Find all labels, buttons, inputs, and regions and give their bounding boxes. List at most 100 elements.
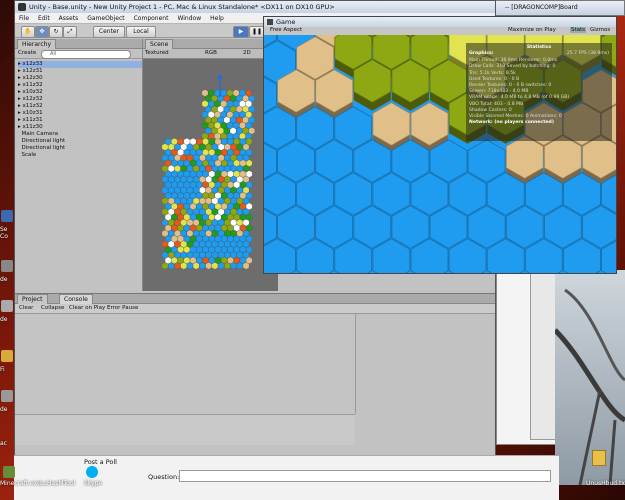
question-input[interactable] [179,470,551,482]
rotate-tool-button[interactable]: ↻ [49,26,63,38]
project-tab-label: Project [22,296,43,303]
error-pause-button[interactable]: Error Pause [107,305,138,311]
tab-hierarchy[interactable]: Hierarchy [17,39,57,49]
hierarchy-item[interactable]: Main Camera [18,131,142,138]
game-titlebar[interactable]: Game [264,17,616,27]
tab-scene[interactable]: Scene [145,39,174,49]
scene-hex-tile [239,235,247,243]
hierarchy-item[interactable]: ▸ x10z31 [18,110,142,117]
scene-hex-tile [239,121,246,129]
menu-window[interactable]: Window [177,15,201,22]
hierarchy-item[interactable]: Directional light [18,138,142,145]
menu-assets[interactable]: Assets [59,15,79,22]
background-window-title: -- [DRAGONCOMP]Board [505,4,578,11]
tab-console[interactable]: Console [59,294,93,304]
menu-file[interactable]: File [19,15,29,22]
hand-tool-button[interactable]: ✋ [21,26,35,38]
scene-header: Scene [143,39,278,49]
scene-hex-tile [221,235,228,243]
clear-on-play-button[interactable]: Clear on Play [69,305,105,311]
hierarchy-item[interactable]: ▸ x12z32 [18,96,142,103]
scene-hex-tile [221,192,228,200]
menu-edit[interactable]: Edit [38,15,50,22]
play-button[interactable]: ▶ [233,26,249,38]
scene-hex-tile [189,138,197,146]
aspect-dropdown[interactable]: Free Aspect [270,27,302,33]
maximize-on-play-toggle[interactable]: Maximize on Play [508,27,556,33]
text-file-icon[interactable] [592,450,606,466]
scene-hex-tile [224,208,231,216]
skype-icon[interactable] [86,466,98,478]
scene-hex-tile [230,219,237,227]
pivot-center-button[interactable]: Center [93,26,125,38]
window-title: Unity - Base.unity - New Unity Project 1… [29,3,335,11]
hierarchy-item[interactable]: ▸ x12z31 [18,68,142,75]
scene-hex-tile [202,170,209,178]
scale-tool-button[interactable]: ⤢ [63,26,77,38]
create-dropdown[interactable]: Create [18,50,36,56]
console-log-list[interactable] [15,314,356,414]
minecraft-icon[interactable] [3,466,15,478]
menu-help[interactable]: Help [210,15,224,22]
scene-hex-tile [196,181,203,189]
scene-hex-tile [174,197,181,205]
scene-hex-tile [177,181,184,189]
hierarchy-item[interactable]: ▸ x11z30 [18,124,142,131]
scene-hex-tile [218,186,225,194]
desktop-app-icon[interactable] [1,300,13,312]
menu-gameobject[interactable]: GameObject [87,15,124,22]
move-gizmo-arrow [217,73,223,79]
scene-hex-tile [248,116,255,124]
desktop-app-icon[interactable] [1,260,13,272]
scene-hex-tile [224,175,231,183]
scene-view[interactable] [143,57,278,291]
gizmos-dropdown[interactable]: Gizmos [590,27,610,33]
scene-hex-tile [224,251,231,259]
scene-hex-tile [214,213,222,221]
scene-hex-tile [214,148,222,156]
post-poll-label[interactable]: Post a Poll [84,458,117,466]
stats-toggle[interactable]: Stats [570,27,587,33]
scene-hex-tile [220,121,227,129]
scene-hex-tile [239,202,247,210]
hierarchy-item[interactable]: ▸ x11z32 [18,103,142,110]
hierarchy-item[interactable]: ▸ x12z33 [18,61,142,68]
render-mode-dropdown[interactable]: RGB [205,50,217,56]
scene-hex-tile [171,246,178,254]
desktop-folder-icon[interactable] [1,350,13,362]
scene-hex-tile [208,235,215,243]
hierarchy-item[interactable]: ▸ x10z32 [18,89,142,96]
graphics-label: Graphics: [469,51,494,57]
scene-hex-tile [183,192,190,200]
collapse-button[interactable]: Collapse [41,305,64,311]
desktop-app-icon[interactable] [1,390,13,402]
scene-hex-tile [233,235,240,243]
scene-hex-tile [214,235,222,243]
scene-hex-tile [218,240,225,248]
scene-hex-tile [168,197,175,205]
tab-project[interactable]: Project [17,294,48,304]
desktop-app-icon[interactable] [1,210,13,222]
shading-mode-dropdown[interactable]: Textured [145,50,169,56]
move-tool-button[interactable]: ✥ [35,26,49,38]
console-detail-area[interactable] [15,414,355,445]
scene-hex-tile [220,111,227,119]
hierarchy-item[interactable]: ▸ x11z32 [18,82,142,89]
hierarchy-panel: Hierarchy Create All ▸ x12z33 ▸ x12z31 ▸… [15,39,143,291]
hierarchy-item[interactable]: Directional light [18,145,142,152]
clear-button[interactable]: Clear [19,305,33,311]
pivot-local-button[interactable]: Local [126,26,156,38]
hierarchy-item[interactable]: ▸ x11z31 [18,117,142,124]
window-titlebar[interactable]: Unity - Base.unity - New Unity Project 1… [15,1,495,13]
scene-hex-tile [199,143,206,151]
hierarchy-item[interactable]: Scale [18,152,142,159]
menu-component[interactable]: Component [134,15,169,22]
hierarchy-search-input[interactable]: All [41,50,131,59]
scene-hex-tile [205,262,212,270]
scene-hex-tile [205,251,212,259]
scene-hex-tile [236,165,243,173]
toggle-2d-button[interactable]: 2D [243,50,251,56]
hierarchy-item[interactable]: ▸ x12z30 [18,75,142,82]
game-icon [267,19,273,25]
scene-hex-tile [221,246,228,254]
